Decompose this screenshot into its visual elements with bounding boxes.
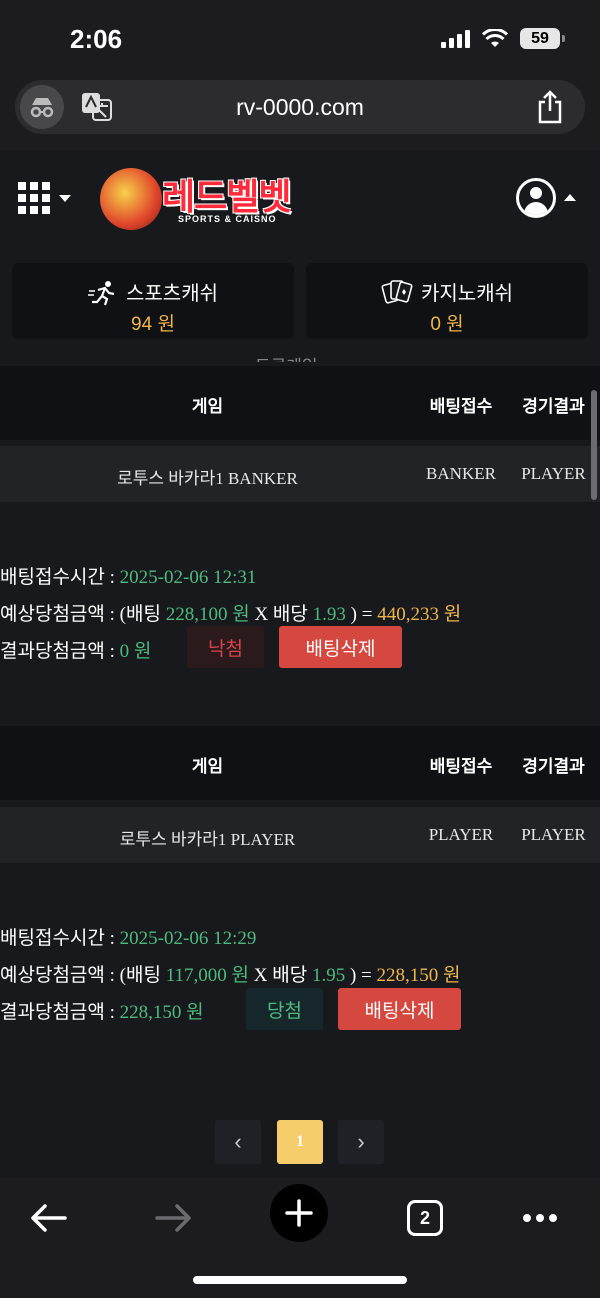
actual-value: 228,150 원 — [119, 1002, 204, 1023]
actual-payout: 결과당첨금액 : 0 원 — [0, 641, 152, 662]
page-content: 레드벨벳 SPORTS & CAISNO 스포츠캐쉬 94 원 카지노캐쉬 0 … — [0, 150, 600, 1178]
tab-count: 2 — [407, 1200, 443, 1236]
logo-emblem — [100, 168, 162, 230]
stake-value: 117,000 — [165, 965, 227, 986]
status-time: 2:06 — [70, 24, 123, 54]
status-badge: 당첨 — [246, 988, 323, 1030]
col-result: 경기결과 — [522, 397, 585, 416]
site-logo[interactable]: 레드벨벳 SPORTS & CAISNO — [100, 164, 292, 230]
table-row: 로투스 바카라1 PLAYER PLAYER PLAYER — [0, 807, 600, 863]
actual-payout: 결과당첨금액 : 228,150 원 — [0, 1002, 204, 1023]
user-avatar-icon[interactable] — [516, 178, 556, 218]
game-name: 로투스 바카라1 BANKER — [117, 469, 298, 488]
game-result: PLAYER — [521, 464, 586, 483]
plus-icon — [285, 1199, 313, 1227]
expected-value: 228,150 원 — [376, 965, 461, 986]
forward-button[interactable] — [144, 1188, 204, 1248]
tabs-button[interactable]: 2 — [395, 1188, 455, 1248]
bet-time-value: 2025-02-06 12:31 — [119, 567, 257, 588]
bet-pick: PLAYER — [428, 825, 494, 844]
delete-bet-button[interactable]: 배팅삭제 — [338, 988, 461, 1030]
arrow-right-icon — [155, 1204, 191, 1232]
menu-grid-icon[interactable] — [18, 182, 50, 214]
col-game: 게임 — [191, 397, 224, 416]
casino-cash-label: 카지노캐쉬 — [421, 283, 513, 305]
expected-payout: 예상당첨금액 : (배팅 228,100 원 X 배당 1.93 ) = 440… — [0, 604, 462, 625]
next-page-button[interactable]: › — [338, 1120, 384, 1164]
section-title: 토큰게임 — [255, 352, 318, 362]
col-result: 경기결과 — [522, 757, 585, 776]
more-menu-button[interactable] — [510, 1188, 570, 1248]
bet-pick: BANKER — [426, 464, 496, 483]
odds-value: 1.95 — [311, 965, 346, 986]
bet-time-value: 2025-02-06 12:29 — [119, 928, 257, 949]
game-name: 로투스 바카라1 PLAYER — [119, 830, 296, 849]
new-tab-button[interactable] — [270, 1184, 328, 1242]
table-row: 로투스 바카라1 BANKER BANKER PLAYER — [0, 446, 600, 502]
playing-cards-icon — [381, 280, 413, 304]
current-page-button[interactable]: 1 — [277, 1120, 323, 1164]
bet-time: 배팅접수시간 : 2025-02-06 12:31 — [0, 567, 257, 588]
arrow-left-icon — [31, 1204, 67, 1232]
status-icons: 59 — [441, 28, 565, 49]
delete-bet-button[interactable]: 배팅삭제 — [279, 626, 402, 668]
sports-cash-label: 스포츠캐쉬 — [126, 283, 218, 305]
chevron-down-icon[interactable] — [59, 195, 71, 202]
actual-value: 0 원 — [119, 641, 152, 662]
chevron-up-icon[interactable] — [564, 194, 576, 201]
share-icon[interactable] — [537, 90, 563, 124]
battery-icon: 59 — [520, 28, 565, 49]
more-dots-icon — [523, 1214, 557, 1222]
bet-table-header: 게임 배팅접수 경기결과 — [0, 366, 600, 440]
col-bet: 배팅접수 — [429, 757, 493, 776]
col-game: 게임 — [191, 757, 224, 776]
casino-cash-value: 0 원 — [430, 314, 464, 335]
bet-time: 배팅접수시간 : 2025-02-06 12:29 — [0, 928, 257, 949]
status-badge: 낙첨 — [187, 626, 264, 668]
logo-subtitle: SPORTS & CAISNO — [178, 214, 277, 224]
cellular-signal-icon — [441, 29, 470, 48]
expected-value: 440,233 원 — [377, 604, 462, 625]
running-person-icon — [88, 281, 115, 306]
site-header: 레드벨벳 SPORTS & CAISNO — [0, 150, 600, 250]
back-button[interactable] — [18, 1188, 78, 1248]
col-bet: 배팅접수 — [429, 397, 493, 416]
logo-text: 레드벨벳 — [162, 176, 291, 217]
expected-payout: 예상당첨금액 : (배팅 117,000 원 X 배당 1.95 ) = 228… — [0, 965, 461, 986]
game-result: PLAYER — [521, 825, 586, 844]
sports-cash-value: 94 원 — [131, 314, 175, 335]
sports-cash-card[interactable]: 스포츠캐쉬 94 원 — [12, 263, 294, 339]
wifi-icon — [482, 28, 508, 47]
url-text[interactable]: rv-0000.com — [15, 94, 585, 121]
bet-table-header: 게임 배팅접수 경기결과 — [0, 726, 600, 800]
casino-cash-card[interactable]: 카지노캐쉬 0 원 — [306, 263, 588, 339]
browser-toolbar: 2 — [0, 1178, 600, 1298]
scrollbar[interactable] — [591, 390, 597, 500]
stake-value: 228,100 — [165, 604, 228, 625]
prev-page-button[interactable]: ‹ — [215, 1120, 261, 1164]
odds-value: 1.93 — [312, 604, 346, 625]
ios-status-bar: 2:06 59 — [0, 0, 600, 78]
home-indicator[interactable] — [193, 1276, 407, 1284]
browser-address-area: rv-0000.com — [0, 78, 600, 150]
address-bar[interactable]: rv-0000.com — [15, 80, 585, 134]
